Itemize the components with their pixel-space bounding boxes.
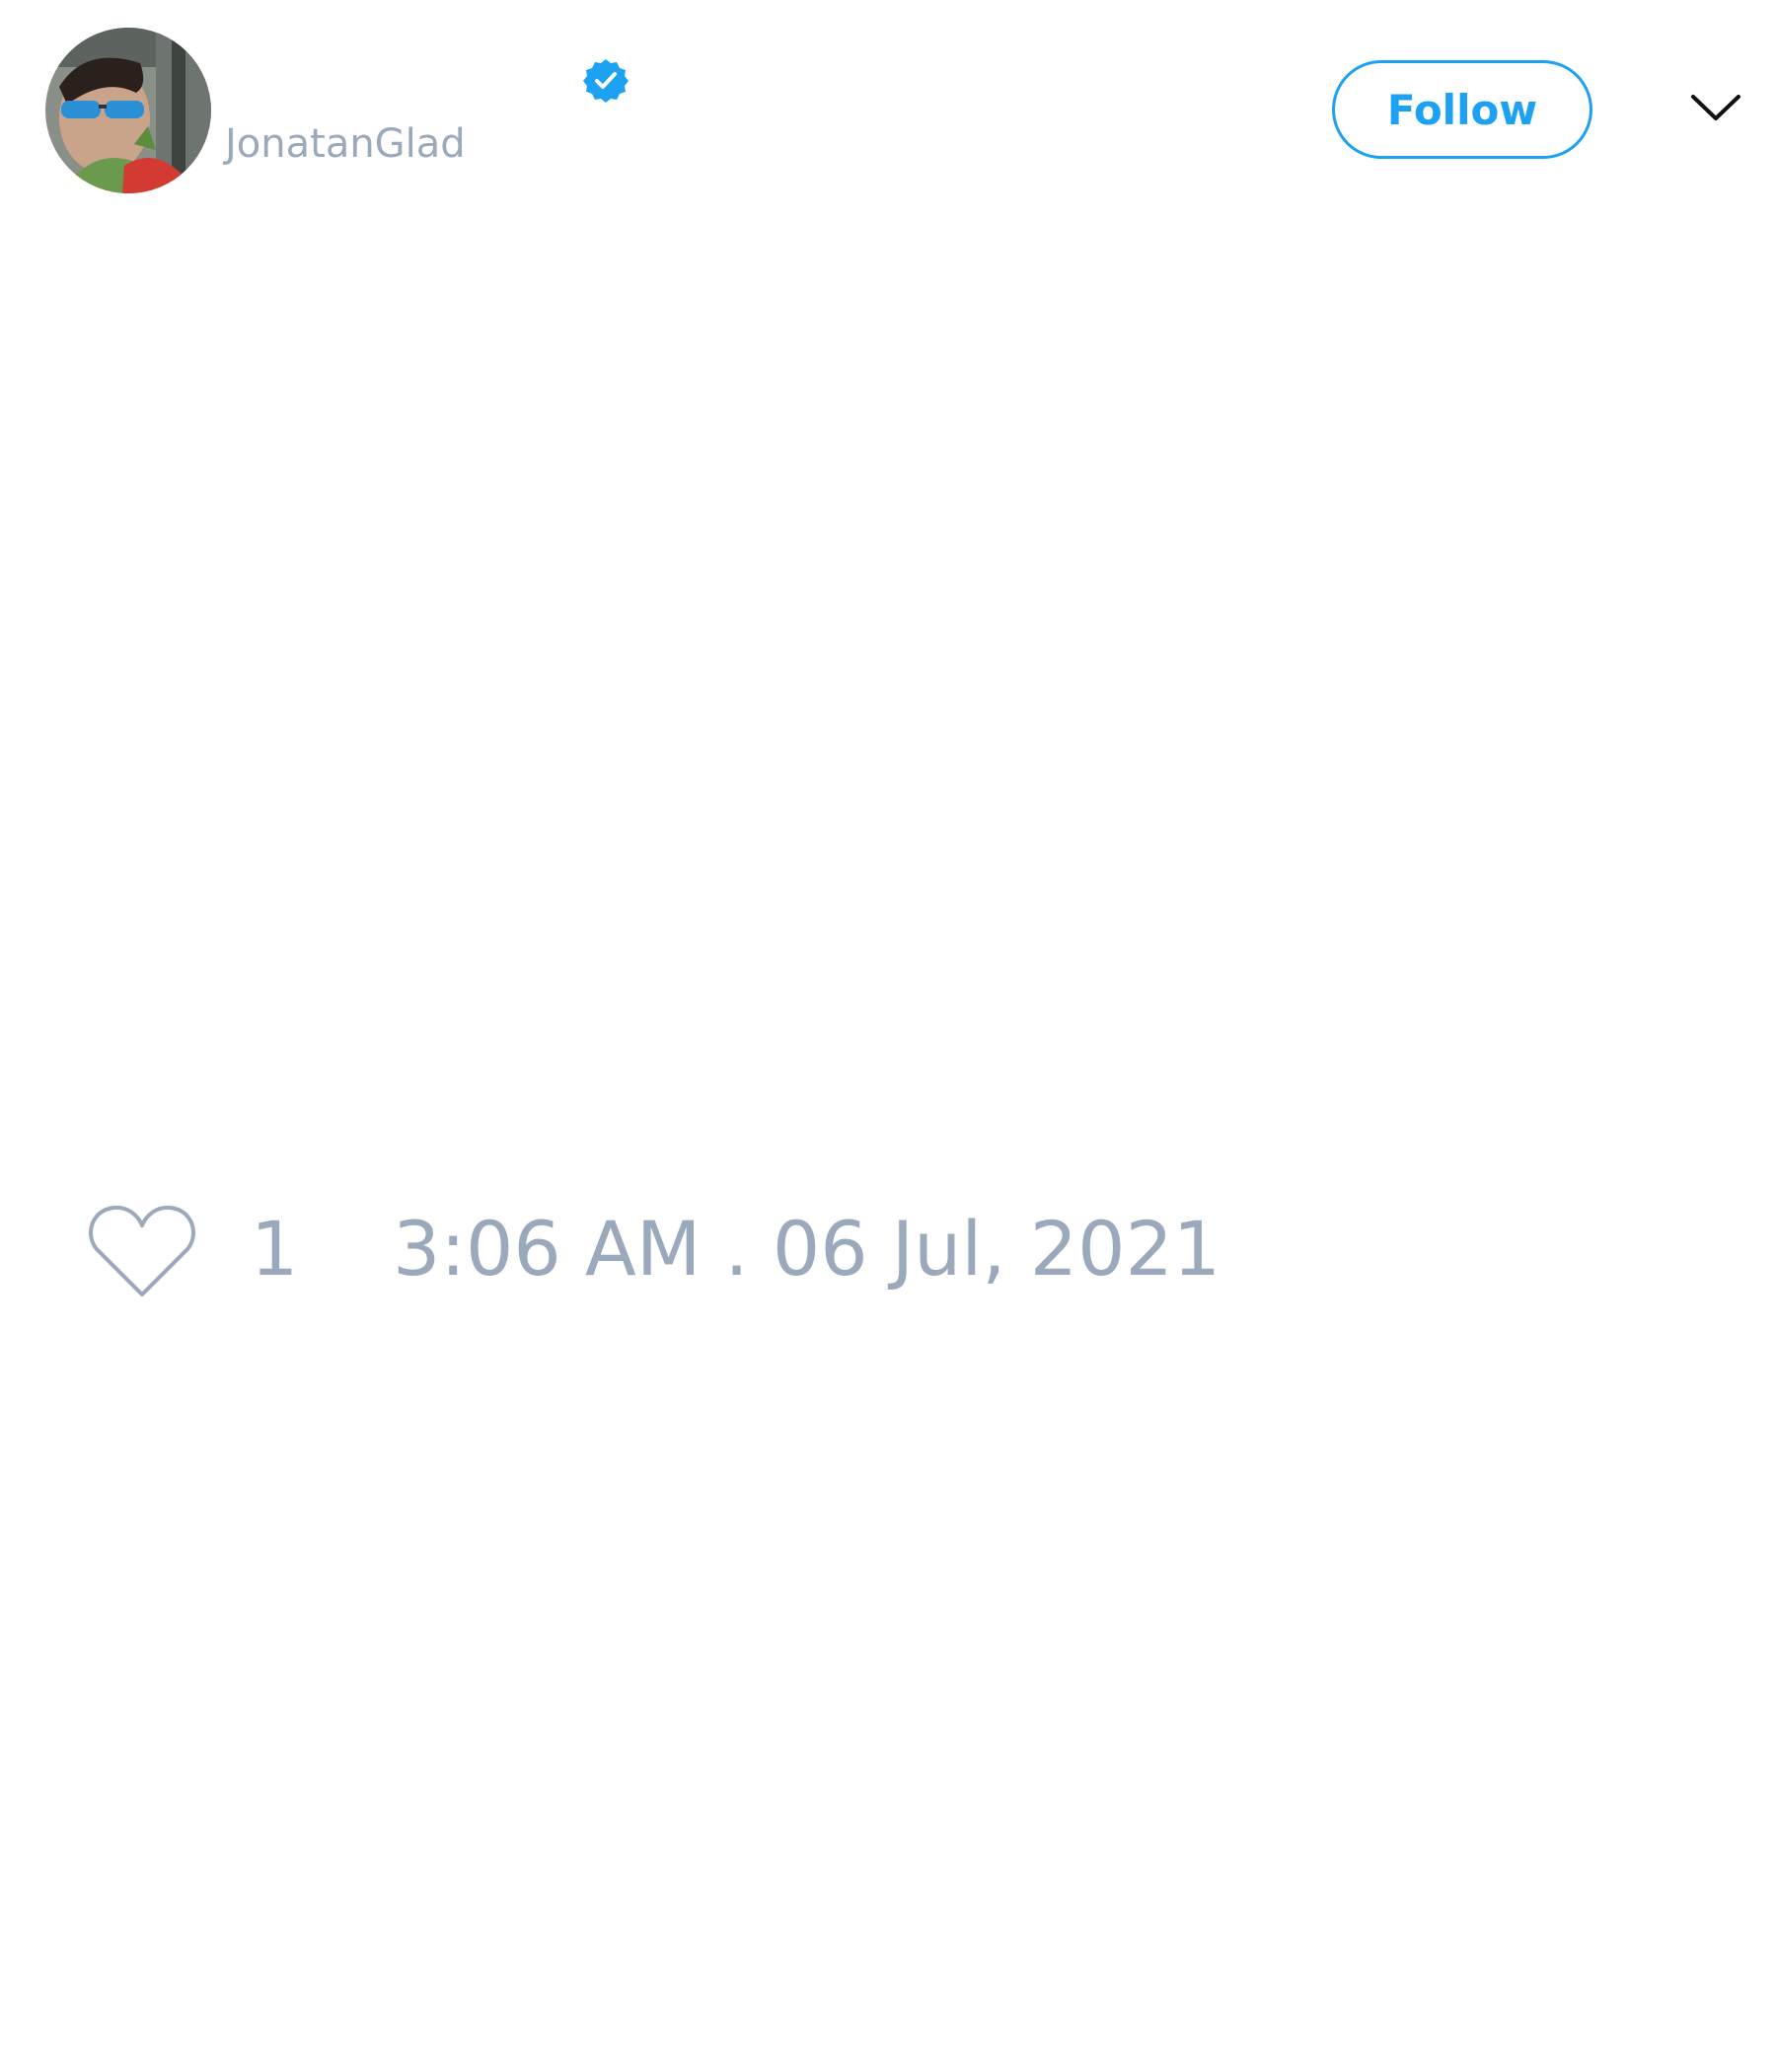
heart-icon[interactable] (87, 1202, 197, 1300)
tweet-header: JonatanGlad Follow (0, 0, 1776, 217)
chevron-down-icon[interactable] (1689, 87, 1742, 130)
follow-button[interactable]: Follow (1332, 60, 1592, 159)
avatar[interactable] (45, 28, 211, 193)
like-count: 1 (251, 1205, 299, 1293)
verified-badge-icon (583, 59, 629, 103)
avatar-photo (45, 28, 211, 193)
username[interactable]: JonatanGlad (225, 124, 466, 164)
tweet-footer: 1 3:06 AM . 06 Jul, 2021 (0, 1184, 1776, 1322)
timestamp[interactable]: 3:06 AM . 06 Jul, 2021 (393, 1212, 1221, 1287)
